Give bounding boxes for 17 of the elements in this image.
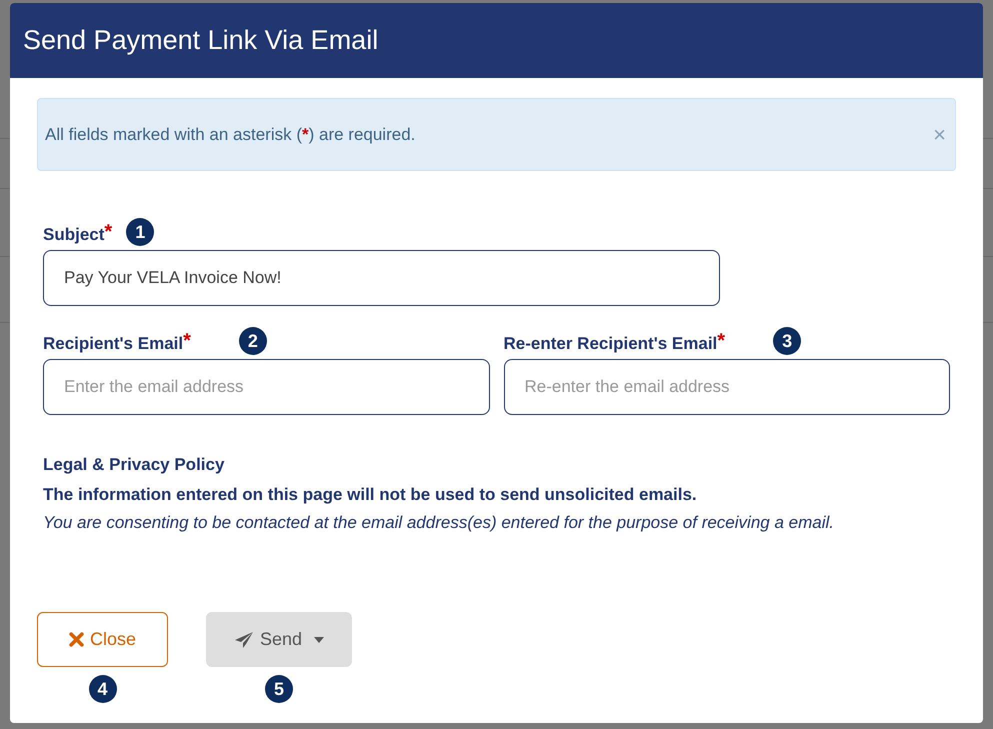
legal-notice: The information entered on this page will not be used to send unsolicited emails. [43,484,698,506]
consent-text: You are consenting to be contacted at the email address(es) entered for the purpose of receiving a email. [43,512,835,534]
caret-icon [314,636,324,642]
paper-plane-icon [234,630,254,648]
number-badge: 1 [126,218,154,246]
legal-heading: Legal & Privacy Policy [43,454,226,476]
number-badge: 5 [265,675,293,703]
input-field[interactable]: Pay Your VELA Invoice Now! [43,250,720,306]
close-button[interactable]: Close [37,612,168,667]
alert-text: All fields marked with an asterisk (*) are required. [45,124,416,146]
close-icon [68,632,84,647]
number-badge: 2 [238,327,267,355]
input-field[interactable]: Re-enter the email address [504,359,950,415]
number-badge: 4 [88,675,116,703]
number-badge: 3 [773,327,802,355]
dialog-title: Send Payment Link Via Email [23,27,378,54]
input-field[interactable]: Enter the email address [43,359,490,415]
